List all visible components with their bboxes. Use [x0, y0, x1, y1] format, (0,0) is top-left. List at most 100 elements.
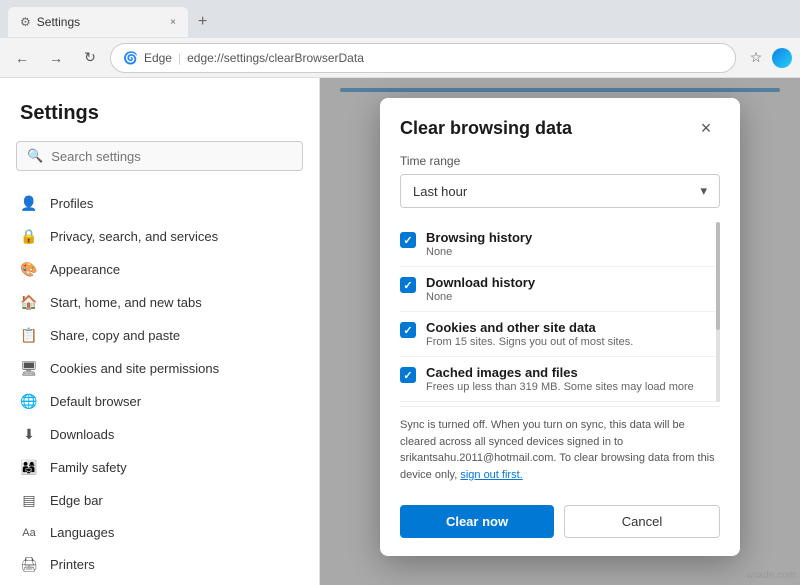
download-history-subtitle: None — [426, 291, 720, 303]
scrollbar-thumb[interactable] — [716, 222, 720, 330]
sidebar-item-label: Family safety — [50, 460, 127, 475]
sidebar-item-start-home[interactable]: 🏠 Start, home, and new tabs — [0, 286, 319, 319]
sidebar-item-family-safety[interactable]: 👨‍👩‍👧 Family safety — [0, 451, 319, 484]
nav-bar: ← → ↻ 🌀 Edge | edge://settings/clearBrow… — [0, 38, 800, 78]
sync-info: Sync is turned off. When you turn on syn… — [400, 406, 720, 491]
checkbox-download-history-box[interactable]: ✓ — [400, 277, 416, 293]
clear-browsing-data-modal: Clear browsing data × Time range Last ho… — [380, 98, 740, 556]
watermark: wsxdn.com — [746, 570, 796, 581]
cookies-icon: 🖥 — [20, 360, 38, 377]
checkmark-icon: ✓ — [403, 324, 412, 337]
checkbox-cached-images[interactable]: ✓ Cached images and files Frees up less … — [400, 357, 720, 402]
modal-header: Clear browsing data × — [380, 98, 740, 154]
edge-favicon: 🌀 — [123, 51, 138, 65]
checkbox-cookies[interactable]: ✓ Cookies and other site data From 15 si… — [400, 312, 720, 357]
time-range-label: Time range — [400, 154, 720, 168]
active-tab[interactable]: ⚙ Settings × — [8, 7, 188, 37]
modal-body: Time range Last hour ▾ ✓ Bro — [380, 154, 740, 491]
sidebar-item-system[interactable]: ⚙ System and performance — [0, 581, 319, 585]
nav-right-icons: ☆ — [742, 44, 792, 72]
address-label: Edge — [144, 51, 172, 65]
start-home-icon: 🏠 — [20, 294, 38, 311]
download-history-content: Download history None — [426, 275, 720, 303]
cookies-subtitle: From 15 sites. Signs you out of most sit… — [426, 336, 720, 348]
sidebar: Settings 🔍 👤 Profiles 🔒 Privacy, search,… — [0, 78, 320, 585]
sidebar-item-label: Languages — [50, 525, 114, 540]
appearance-icon: 🎨 — [20, 261, 38, 278]
sidebar-item-label: Default browser — [50, 394, 141, 409]
sidebar-item-profiles[interactable]: 👤 Profiles — [0, 187, 319, 220]
cookies-content: Cookies and other site data From 15 site… — [426, 320, 720, 348]
browsing-history-subtitle: None — [426, 246, 720, 258]
profiles-icon: 👤 — [20, 195, 38, 212]
languages-icon: Aa — [20, 527, 38, 539]
tab-title: Settings — [37, 15, 80, 29]
checkbox-browsing-history-box[interactable]: ✓ — [400, 232, 416, 248]
sidebar-item-label: Share, copy and paste — [50, 328, 180, 343]
edge-bar-icon: ▤ — [20, 492, 38, 509]
checkmark-icon: ✓ — [403, 369, 412, 382]
cancel-button[interactable]: Cancel — [564, 505, 720, 538]
new-tab-button[interactable]: + — [192, 11, 213, 33]
privacy-icon: 🔒 — [20, 228, 38, 245]
download-history-title: Download history — [426, 275, 720, 290]
main-layout: Settings 🔍 👤 Profiles 🔒 Privacy, search,… — [0, 78, 800, 585]
checkbox-download-history[interactable]: ✓ Download history None — [400, 267, 720, 312]
sidebar-item-label: Cookies and site permissions — [50, 361, 219, 376]
sidebar-item-languages[interactable]: Aa Languages — [0, 517, 319, 548]
cached-images-content: Cached images and files Frees up less th… — [426, 365, 720, 393]
refresh-button[interactable]: ↻ — [76, 44, 104, 72]
checkbox-cookies-box[interactable]: ✓ — [400, 322, 416, 338]
cookies-title: Cookies and other site data — [426, 320, 720, 335]
sidebar-item-default-browser[interactable]: 🌐 Default browser — [0, 385, 319, 418]
sidebar-item-label: Downloads — [50, 427, 114, 442]
sidebar-item-privacy[interactable]: 🔒 Privacy, search, and services — [0, 220, 319, 253]
cached-images-subtitle: Frees up less than 319 MB. Some sites ma… — [426, 381, 720, 393]
sidebar-item-printers[interactable]: 🖨 Printers — [0, 548, 319, 581]
downloads-icon: ⬇ — [20, 426, 38, 443]
sidebar-item-downloads[interactable]: ⬇ Downloads — [0, 418, 319, 451]
sidebar-item-cookies[interactable]: 🖥 Cookies and site permissions — [0, 352, 319, 385]
checkbox-scroll-area[interactable]: ✓ Browsing history None ✓ — [400, 222, 720, 402]
time-range-value: Last hour — [413, 184, 467, 199]
checkbox-browsing-history[interactable]: ✓ Browsing history None — [400, 222, 720, 267]
tab-settings-icon: ⚙ — [20, 15, 31, 29]
sidebar-item-edge-bar[interactable]: ▤ Edge bar — [0, 484, 319, 517]
modal-overlay: Clear browsing data × Time range Last ho… — [320, 78, 800, 585]
forward-button[interactable]: → — [42, 44, 70, 72]
sidebar-item-share-copy[interactable]: 📋 Share, copy and paste — [0, 319, 319, 352]
sidebar-item-label: Privacy, search, and services — [50, 229, 218, 244]
sign-out-first-link[interactable]: sign out first. — [460, 469, 522, 481]
cached-images-title: Cached images and files — [426, 365, 720, 380]
chevron-down-icon: ▾ — [700, 183, 707, 199]
edge-profile-icon[interactable] — [772, 48, 792, 68]
clear-now-button[interactable]: Clear now — [400, 505, 554, 538]
favorites-button[interactable]: ☆ — [742, 44, 770, 72]
sidebar-title: Settings — [0, 94, 319, 141]
browsing-history-title: Browsing history — [426, 230, 720, 245]
sidebar-item-label: Edge bar — [50, 493, 103, 508]
printers-icon: 🖨 — [20, 556, 38, 573]
back-button[interactable]: ← — [8, 44, 36, 72]
default-browser-icon: 🌐 — [20, 393, 38, 410]
scrollbar-track — [716, 222, 720, 402]
time-range-select[interactable]: Last hour ▾ — [400, 174, 720, 208]
sidebar-item-appearance[interactable]: 🎨 Appearance — [0, 253, 319, 286]
sidebar-item-label: Printers — [50, 557, 95, 572]
modal-footer: Clear now Cancel — [380, 491, 740, 556]
checkbox-cached-images-box[interactable]: ✓ — [400, 367, 416, 383]
address-separator: | — [178, 51, 181, 65]
browsing-history-content: Browsing history None — [426, 230, 720, 258]
checkmark-icon: ✓ — [403, 234, 412, 247]
tab-close-button[interactable]: × — [170, 17, 176, 28]
sync-info-text: Sync is turned off. When you turn on syn… — [400, 419, 715, 481]
address-bar[interactable]: 🌀 Edge | edge://settings/clearBrowserDat… — [110, 43, 736, 73]
search-box[interactable]: 🔍 — [16, 141, 303, 171]
search-input[interactable] — [51, 149, 292, 164]
modal-close-button[interactable]: × — [692, 114, 720, 142]
address-text: edge://settings/clearBrowserData — [187, 51, 723, 65]
sidebar-item-label: Profiles — [50, 196, 93, 211]
family-safety-icon: 👨‍👩‍👧 — [20, 459, 38, 476]
browser-chrome: ⚙ Settings × + ← → ↻ 🌀 Edge | edge://set… — [0, 0, 800, 78]
tab-bar: ⚙ Settings × + — [0, 0, 800, 38]
